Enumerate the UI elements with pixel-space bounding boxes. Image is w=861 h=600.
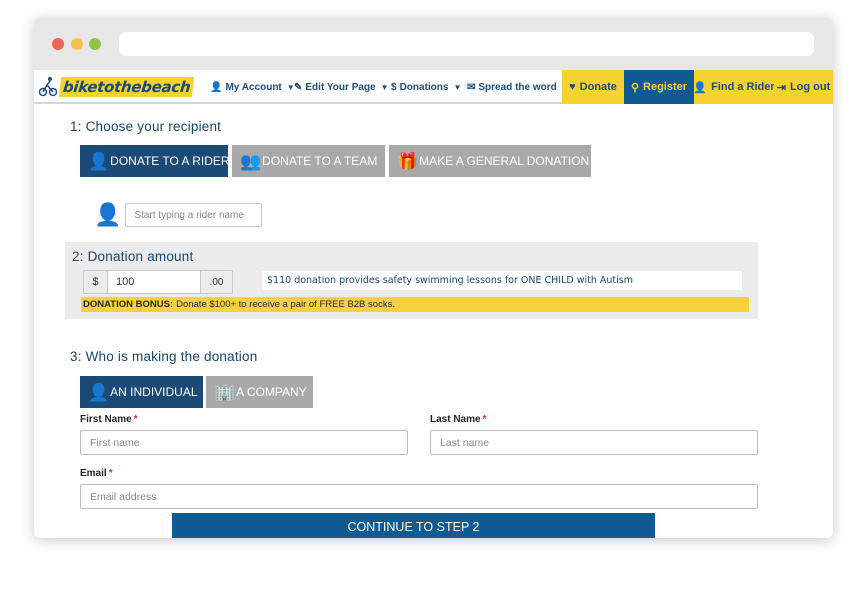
nav-my-account-label: My Account <box>225 81 282 93</box>
first-name-label-text: First Name <box>80 414 132 425</box>
required-asterisk: * <box>133 414 138 425</box>
tab-general-donation[interactable]: 🎁 MAKE A GENERAL DONATION <box>389 145 591 177</box>
continue-to-step2-button[interactable]: CONTINUE TO STEP 2 <box>172 513 655 538</box>
edit-icon: ✎ <box>294 81 303 93</box>
bicycle-icon: ⚲ <box>630 81 640 94</box>
nav-spread-the-word[interactable]: ✉ Spread the word ▼ <box>467 70 570 104</box>
browser-titlebar <box>34 18 833 70</box>
nav-donations[interactable]: $ Donations ▼ <box>391 70 461 104</box>
step2-title: 2: Donation amount <box>72 249 194 264</box>
user-icon: 👤 <box>693 81 708 94</box>
caret-down-icon: ▼ <box>453 82 462 92</box>
nav-donations-label: Donations <box>399 81 449 93</box>
cyclist-logo-icon <box>38 77 58 97</box>
required-asterisk: * <box>482 414 487 425</box>
cents-addon: .00 <box>201 270 233 294</box>
envelope-icon: ✉ <box>467 81 476 93</box>
amount-input-group: $ .00 <box>83 270 233 294</box>
email-input[interactable] <box>80 484 758 509</box>
caret-down-icon: ▼ <box>380 82 389 92</box>
logo-text: biketothebeach <box>58 77 195 97</box>
donation-bonus-banner: DONATION BONUS: Donate $100+ to receive … <box>81 297 749 312</box>
email-label-text: Email <box>80 468 107 479</box>
first-name-input[interactable] <box>80 430 408 455</box>
maximize-window-dot[interactable] <box>89 38 101 50</box>
tab-company[interactable]: 🏢 A COMPANY <box>206 376 313 408</box>
nav-spread-label: Spread the word <box>478 81 557 93</box>
amount-input[interactable] <box>107 270 201 294</box>
required-asterisk: * <box>108 468 113 479</box>
user-icon: 👤 <box>88 151 110 171</box>
last-name-input[interactable] <box>430 430 758 455</box>
tab-donate-to-rider-label: DONATE TO A RIDER <box>110 154 230 168</box>
nav-edit-page[interactable]: ✎ Edit Your Page ▼ <box>294 70 389 104</box>
tab-company-label: A COMPANY <box>236 385 307 399</box>
nav-find-rider-button[interactable]: 👤 Find a Rider <box>693 70 775 104</box>
browser-window: biketothebeach 👤 My Account ▼ ✎ Edit You… <box>34 18 833 538</box>
site-navbar: biketothebeach 👤 My Account ▼ ✎ Edit You… <box>34 70 833 104</box>
dollar-icon: $ <box>391 81 397 93</box>
first-name-label: First Name * <box>80 414 138 425</box>
rider-search-row: 👤 <box>94 202 263 228</box>
last-name-label-text: Last Name <box>430 414 481 425</box>
email-label: Email * <box>80 468 113 479</box>
heart-icon: ♥ <box>569 81 576 93</box>
nav-donate-button[interactable]: ♥ Donate <box>562 70 624 104</box>
nav-find-rider-label: Find a Rider <box>711 81 775 93</box>
nav-register-label: Register <box>643 81 688 93</box>
minimize-window-dot[interactable] <box>71 38 83 50</box>
step3-title: 3: Who is making the donation <box>70 349 258 364</box>
nav-edit-page-label: Edit Your Page <box>305 81 376 93</box>
users-icon: 👥 <box>240 151 262 171</box>
address-bar[interactable] <box>119 32 814 56</box>
tab-donate-to-rider[interactable]: 👤 DONATE TO A RIDER <box>80 145 230 177</box>
bonus-text: Donate $100+ to receive a pair of FREE B… <box>176 299 395 310</box>
tab-donate-to-team-label: DONATE TO A TEAM <box>262 154 378 168</box>
last-name-label: Last Name * <box>430 414 486 425</box>
tab-donate-to-team[interactable]: 👥 DONATE TO A TEAM <box>232 145 385 177</box>
close-window-dot[interactable] <box>52 38 64 50</box>
nav-donate-label: Donate <box>579 81 617 93</box>
tab-general-donation-label: MAKE A GENERAL DONATION <box>419 154 590 168</box>
building-icon: 🏢 <box>214 382 236 402</box>
tab-individual[interactable]: 👤 AN INDIVIDUAL <box>80 376 203 408</box>
nav-logout-button[interactable]: ⇥ Log out <box>774 70 833 104</box>
nav-register-button[interactable]: ⚲ Register <box>624 70 694 104</box>
tab-individual-label: AN INDIVIDUAL <box>110 385 198 399</box>
donation-amount-panel: 2: Donation amount $ .00 $110 donation p… <box>65 242 758 319</box>
donation-impact-text: $110 donation provides safety swimming l… <box>262 271 742 290</box>
nav-logout-label: Log out <box>789 81 831 93</box>
currency-addon: $ <box>83 270 107 294</box>
user-icon: 👤 <box>88 382 110 402</box>
rider-search-input[interactable] <box>125 203 263 227</box>
gift-icon: 🎁 <box>397 151 419 171</box>
site-logo[interactable]: biketothebeach <box>38 72 195 102</box>
nav-my-account[interactable]: 👤 My Account ▼ <box>210 70 295 104</box>
user-icon: 👤 <box>94 202 122 227</box>
bonus-label: DONATION BONUS: <box>83 299 174 310</box>
step1-title: 1: Choose your recipient <box>70 119 222 134</box>
user-icon: 👤 <box>210 81 223 93</box>
sign-out-icon: ⇥ <box>776 81 786 94</box>
